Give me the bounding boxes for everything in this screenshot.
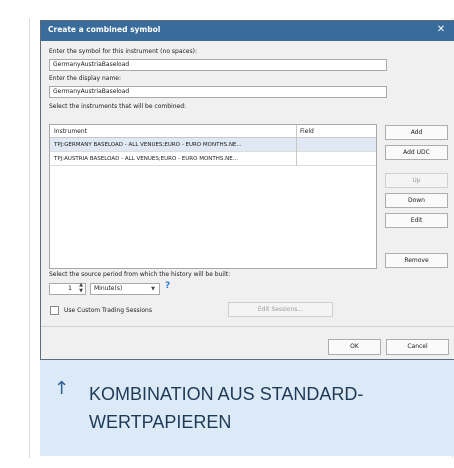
cancel-button[interactable]: Cancel xyxy=(386,339,449,355)
display-name-input[interactable]: GermanyAustriaBaseload xyxy=(49,86,387,98)
custom-sessions-label: Use Custom Trading Sessions xyxy=(64,307,152,314)
dropdown-arrow-icon[interactable]: ▼ xyxy=(151,284,155,294)
table-row[interactable]: TPJ:AUSTRIA BASELOAD - ALL VENUES;EURO -… xyxy=(50,152,376,166)
column-header-instrument[interactable]: Instrument xyxy=(50,125,296,138)
instruments-label: Select the instruments that will be comb… xyxy=(49,103,187,110)
period-unit-value: Minute(s) xyxy=(94,285,123,292)
edit-sessions-button[interactable]: Edit Sessions... xyxy=(228,302,333,317)
table-row[interactable]: TPJ:GERMANY BASELOAD - ALL VENUES;EURO -… xyxy=(50,138,376,152)
instrument-cell: TPJ:GERMANY BASELOAD - ALL VENUES;EURO -… xyxy=(54,142,242,148)
close-icon[interactable]: ✕ xyxy=(434,23,448,37)
add-button[interactable]: Add xyxy=(385,125,448,140)
create-combined-symbol-dialog: Create a combined symbol ✕ Enter the sym… xyxy=(40,20,454,360)
field-cell xyxy=(296,138,376,152)
caption-text: KOMBINATION AUS STANDARD-WERTPAPIEREN xyxy=(89,384,364,432)
period-value: 1 xyxy=(68,285,72,292)
edit-button[interactable]: Edit xyxy=(385,213,448,228)
field-cell xyxy=(296,152,376,166)
period-unit-select[interactable]: Minute(s) ▼ xyxy=(90,283,160,295)
remove-button[interactable]: Remove xyxy=(385,253,448,268)
column-header-field[interactable]: Field xyxy=(296,125,376,138)
dialog-titlebar: Create a combined symbol ✕ xyxy=(41,21,454,41)
footer-divider xyxy=(41,326,454,327)
symbol-label: Enter the symbol for this instrument (no… xyxy=(49,48,197,55)
display-name-label: Enter the display name: xyxy=(49,75,122,82)
symbol-input[interactable]: GermanyAustriaBaseload xyxy=(49,59,387,71)
up-button[interactable]: Up xyxy=(385,173,448,188)
custom-sessions-checkbox[interactable] xyxy=(50,306,59,315)
instrument-cell: TPJ:AUSTRIA BASELOAD - ALL VENUES;EURO -… xyxy=(54,156,238,162)
add-udc-button[interactable]: Add UDC xyxy=(385,145,448,160)
arrow-up-icon: ↑ xyxy=(54,378,70,399)
grid-header: Instrument Field xyxy=(50,125,376,138)
caption-box: ↑ KOMBINATION AUS STANDARD-WERTPAPIEREN xyxy=(40,360,454,456)
source-period-label: Select the source period from which the … xyxy=(49,271,231,278)
period-stepper[interactable]: 1 ▲ ▼ xyxy=(49,283,86,295)
ok-button[interactable]: OK xyxy=(328,339,381,355)
chevron-down-icon[interactable]: ▼ xyxy=(79,289,83,294)
instruments-grid[interactable]: Instrument Field TPJ:GERMANY BASELOAD - … xyxy=(49,124,377,269)
down-button[interactable]: Down xyxy=(385,193,448,208)
help-icon[interactable]: ? xyxy=(165,281,170,291)
column-separator xyxy=(296,125,297,166)
dialog-title: Create a combined symbol xyxy=(48,25,161,34)
